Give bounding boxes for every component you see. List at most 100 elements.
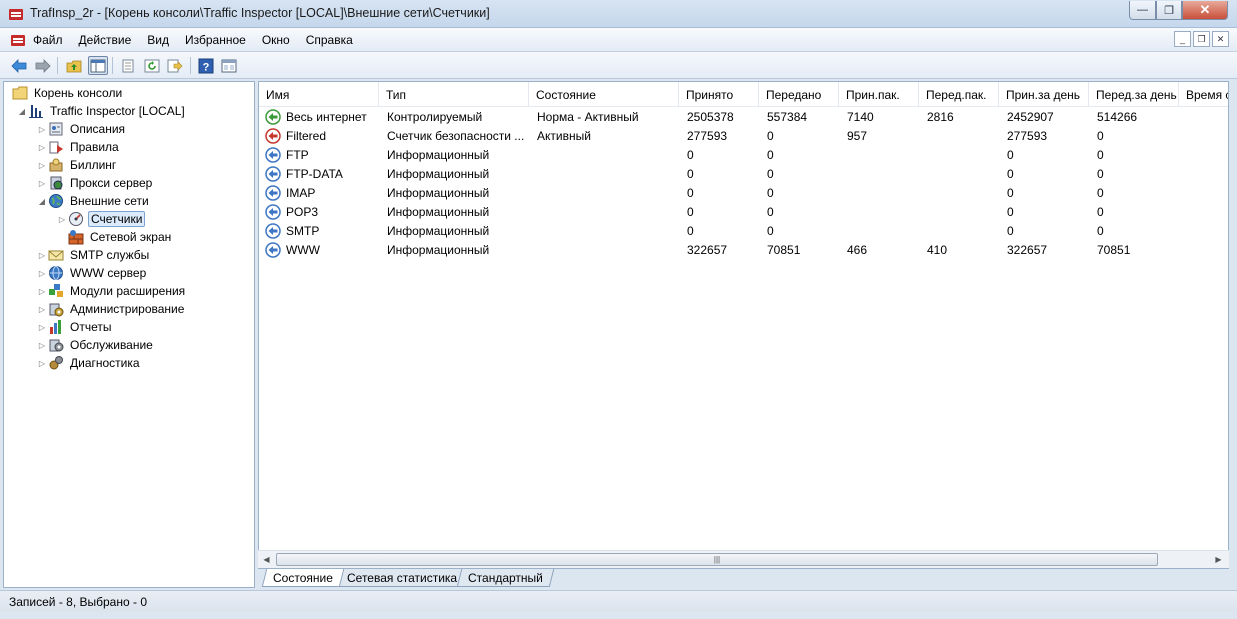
help-button[interactable]: ? — [196, 56, 216, 75]
expand-arrow-icon[interactable]: ▷ — [36, 179, 48, 188]
counters-list[interactable]: Имя Тип Состояние Принято Передано Прин.… — [258, 81, 1229, 569]
scroll-left-icon[interactable]: ◀ — [258, 551, 275, 568]
up-level-button[interactable] — [64, 56, 84, 75]
tree-item-maintenance[interactable]: ▷ Обслуживание — [36, 336, 155, 354]
table-row[interactable]: FTP-DATA Информационный 0 0 0 0 — [259, 165, 1228, 184]
export-list-button[interactable] — [165, 56, 185, 75]
tree-item-descriptions[interactable]: ▷ Описания — [36, 120, 127, 138]
forward-button[interactable] — [33, 56, 53, 75]
tree-item-diagnostics[interactable]: ▷ Диагностика — [36, 354, 142, 372]
minimize-button[interactable]: — — [1129, 1, 1156, 20]
tree-item-reports[interactable]: ▷ Отчеты — [36, 318, 113, 336]
tab-status[interactable]: Состояние — [261, 569, 345, 587]
table-cell: Информационный — [387, 224, 490, 238]
table-cell: 0 — [1097, 186, 1104, 200]
collapse-arrow-icon[interactable]: ◢ — [36, 197, 48, 206]
blue-arrow-icon — [265, 166, 281, 182]
back-button[interactable] — [9, 56, 29, 75]
tree-item-console-root[interactable]: Корень консоли — [12, 84, 124, 102]
show-hide-tree-button[interactable] — [88, 56, 108, 75]
table-cell: Информационный — [387, 186, 490, 200]
table-row[interactable]: FTP Информационный 0 0 0 0 — [259, 146, 1228, 165]
table-cell: Информационный — [387, 148, 490, 162]
billing-icon — [49, 158, 63, 172]
table-cell — [537, 222, 683, 241]
collapse-arrow-icon[interactable]: ◢ — [16, 107, 28, 116]
horizontal-scrollbar[interactable]: ◀ ||| ▶ — [258, 550, 1229, 568]
column-header-sent[interactable]: Передано — [759, 82, 839, 107]
column-header-received-per-day[interactable]: Прин.за день — [999, 82, 1089, 107]
table-cell: 0 — [767, 129, 774, 143]
console-view-button[interactable] — [219, 56, 239, 75]
maintenance-icon — [49, 339, 64, 352]
proxy-server-icon — [50, 176, 63, 190]
expand-arrow-icon[interactable]: ▷ — [56, 215, 68, 224]
refresh-icon — [144, 59, 160, 72]
tree-item-rules[interactable]: ▷ Правила — [36, 138, 121, 156]
mdi-close-button[interactable]: ✕ — [1212, 31, 1229, 47]
column-header-packets-received[interactable]: Прин.пак. — [839, 82, 919, 107]
expand-arrow-icon[interactable]: ▷ — [36, 269, 48, 278]
tree-item-firewall[interactable]: Сетевой экран — [68, 228, 173, 246]
scrollbar-thumb[interactable]: ||| — [276, 553, 1158, 566]
expand-arrow-icon[interactable]: ▷ — [36, 287, 48, 296]
tree-item-smtp-services[interactable]: ▷ SMTP службы — [36, 246, 151, 264]
column-header-sent-per-day[interactable]: Перед.за день — [1089, 82, 1179, 107]
expand-arrow-icon[interactable]: ▷ — [36, 251, 48, 260]
toolbar: ? — [0, 52, 1237, 79]
expand-arrow-icon[interactable]: ▷ — [36, 143, 48, 152]
properties-button[interactable] — [118, 56, 138, 75]
column-header-state[interactable]: Состояние — [529, 82, 679, 107]
column-header-type[interactable]: Тип — [379, 82, 529, 107]
expand-arrow-icon[interactable]: ▷ — [36, 305, 48, 314]
tree-item-administration[interactable]: ▷ Администрирование — [36, 300, 186, 318]
column-header-packets-sent[interactable]: Перед.пак. — [919, 82, 999, 107]
mdi-minimize-button[interactable]: _ — [1174, 31, 1191, 47]
maximize-button[interactable]: ❐ — [1156, 1, 1182, 20]
toolbar-separator — [57, 57, 58, 74]
menu-favorites[interactable]: Избранное — [185, 33, 246, 47]
tab-network-statistics[interactable]: Сетевая статистика — [335, 569, 469, 587]
menu-window[interactable]: Окно — [262, 33, 290, 47]
table-row[interactable]: WWW Информационный 322657 70851 466 410 322657… — [259, 241, 1228, 260]
table-row[interactable]: POP3 Информационный 0 0 0 0 — [259, 203, 1228, 222]
column-header-received[interactable]: Принято — [679, 82, 759, 107]
tree-item-counters[interactable]: ▷ Счетчики — [56, 210, 146, 228]
tree-item-extension-modules[interactable]: ▷ Модули расширения — [36, 282, 187, 300]
refresh-button[interactable] — [142, 56, 162, 75]
tree-item-label: Отчеты — [70, 320, 112, 334]
expand-arrow-icon[interactable]: ▷ — [36, 341, 48, 350]
close-button[interactable]: ✕ — [1182, 1, 1228, 20]
table-cell: Информационный — [387, 205, 490, 219]
menu-help[interactable]: Справка — [306, 33, 353, 47]
expand-arrow-icon[interactable]: ▷ — [36, 323, 48, 332]
tree-item-traffic-inspector[interactable]: ◢ Traffic Inspector [LOCAL] — [16, 102, 187, 120]
tree-item-billing[interactable]: ▷ Биллинг — [36, 156, 118, 174]
table-cell: 0 — [767, 148, 774, 162]
mdi-restore-button[interactable]: ❐ — [1193, 31, 1210, 47]
menu-action[interactable]: Действие — [79, 33, 132, 47]
table-cell: Контролируемый — [387, 110, 483, 124]
console-menu-icon[interactable] — [10, 33, 26, 47]
expand-arrow-icon[interactable]: ▷ — [36, 359, 48, 368]
expand-arrow-icon[interactable]: ▷ — [36, 161, 48, 170]
tab-standard[interactable]: Стандартный — [456, 569, 555, 587]
tree-item-proxy-server[interactable]: ▷ Прокси сервер — [36, 174, 154, 192]
expand-arrow-icon[interactable]: ▷ — [36, 125, 48, 134]
tree-item-label: Обслуживание — [70, 338, 153, 352]
scroll-right-icon[interactable]: ▶ — [1210, 551, 1227, 568]
console-tree[interactable]: Корень консоли ◢ Traffic Inspector [LOCA… — [3, 81, 255, 588]
table-row[interactable]: SMTP Информационный 0 0 0 0 — [259, 222, 1228, 241]
column-header-time[interactable]: Время с — [1179, 82, 1228, 107]
table-row[interactable]: Filtered Счетчик безопасности ... Активный… — [259, 127, 1228, 146]
column-header-name[interactable]: Имя — [259, 82, 379, 107]
table-row[interactable]: IMAP Информационный 0 0 0 0 — [259, 184, 1228, 203]
table-row[interactable]: Весь интернет Контролируемый Норма - Актив… — [259, 108, 1228, 127]
tree-item-www-server[interactable]: ▷ WWW сервер — [36, 264, 148, 282]
table-cell — [927, 146, 1003, 165]
menu-file[interactable]: Файл — [33, 33, 63, 47]
table-cell: Норма - Активный — [537, 110, 639, 124]
tree-item-external-networks[interactable]: ◢ Внешние сети — [36, 192, 151, 210]
menu-view[interactable]: Вид — [147, 33, 169, 47]
table-cell: 410 — [927, 243, 948, 257]
